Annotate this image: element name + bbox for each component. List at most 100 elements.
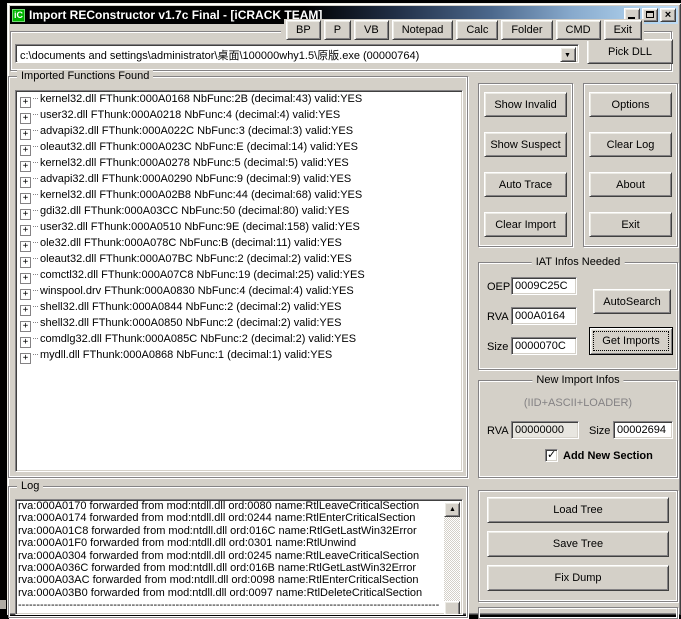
maximize-icon [646,11,654,18]
scroll-up-button[interactable]: ▲ [444,502,460,517]
tree-connector [33,242,38,243]
action-button[interactable]: Clear Log [589,132,672,157]
import-entry[interactable]: +ole32.dll FThunk:000A078C NbFunc:B (dec… [16,235,462,251]
import-entry[interactable]: +kernel32.dll FThunk:000A0168 NbFunc:2B … [16,91,462,107]
process-path-combobox[interactable]: ▼ [15,44,579,63]
log-group-label: Log [17,480,43,492]
tree-connector [33,322,38,323]
process-path-input[interactable] [18,47,562,62]
tree-action-button[interactable]: Save Tree [487,531,669,557]
maximize-button[interactable] [642,8,658,22]
imported-functions-group-label: Imported Functions Found [17,70,153,82]
import-entry[interactable]: +kernel32.dll FThunk:000A0278 NbFunc:5 (… [16,155,462,171]
import-entry[interactable]: +user32.dll FThunk:000A0218 NbFunc:4 (de… [16,107,462,123]
close-button[interactable]: × [660,8,676,22]
scrollbar-thumb[interactable] [444,601,460,615]
quicklaunch-button[interactable]: CMD [556,20,601,40]
oep-field[interactable] [511,277,577,295]
tree-connector [33,178,38,179]
import-entry[interactable]: +oleaut32.dll FThunk:000A023C NbFunc:E (… [16,139,462,155]
action-button[interactable]: Exit [589,212,672,237]
quicklaunch-toolbar: BPPVBNotepadCalcFolderCMDExit [284,19,644,41]
add-new-section-checkbox[interactable]: ✓ [545,449,558,462]
tree-connector [33,338,38,339]
app-icon: iC [12,9,25,22]
quicklaunch-button[interactable]: P [324,20,351,40]
close-icon: × [661,8,675,22]
import-entry[interactable]: +gdi32.dll FThunk:000A03CC NbFunc:50 (de… [16,203,462,219]
import-entry-text: user32.dll FThunk:000A0510 NbFunc:9E (de… [40,221,360,233]
tree-action-button[interactable]: Fix Dump [487,565,669,591]
import-entry-text: kernel32.dll FThunk:000A02B8 NbFunc:44 (… [40,189,362,201]
tree-connector [33,146,38,147]
import-entry-text: comdlg32.dll FThunk:000A085C NbFunc:2 (d… [40,333,356,345]
log-line: rva:000A03AC forwarded from mod:ntdll.dl… [16,574,462,586]
import-entry-text: advapi32.dll FThunk:000A022C NbFunc:3 (d… [40,125,353,137]
import-entry[interactable]: +shell32.dll FThunk:000A0850 NbFunc:2 (d… [16,315,462,331]
new-import-subtitle: (IID+ASCII+LOADER) [479,397,677,409]
filter-actions-group: Show Invalid Show Suspect Auto Trace Clear … [478,83,573,247]
clipped-bottom-group [478,607,678,619]
import-entry[interactable]: +user32.dll FThunk:000A0510 NbFunc:9E (d… [16,219,462,235]
pick-dll-button[interactable]: Pick DLL [587,39,673,64]
log-textarea[interactable]: rva:000A0170 forwarded from mod:ntdll.dl… [15,499,463,615]
app-window: iC Import REConstructor v1.7c Final - [i… [7,3,681,615]
iat-infos-group: IAT Infos Needed OEP RVA Size AutoSearch… [478,262,678,370]
tree-connector [33,258,38,259]
expand-plus-icon[interactable]: + [20,353,31,364]
action-button[interactable]: Options [589,92,672,117]
action-button[interactable]: Auto Trace [484,172,567,197]
import-entry[interactable]: +comctl32.dll FThunk:000A07C8 NbFunc:19 … [16,267,462,283]
action-button[interactable]: Clear Import [484,212,567,237]
quicklaunch-button[interactable]: VB [354,20,389,40]
quicklaunch-button[interactable]: Calc [456,20,498,40]
log-scrollbar[interactable]: ▲ [444,502,460,613]
quicklaunch-button[interactable]: Exit [604,20,642,40]
import-entry-text: gdi32.dll FThunk:000A03CC NbFunc:50 (dec… [40,205,349,217]
import-entry-text: ole32.dll FThunk:000A078C NbFunc:B (deci… [40,237,342,249]
tree-connector [33,226,38,227]
tree-connector [33,354,38,355]
tree-connector [33,274,38,275]
tree-action-button[interactable]: Load Tree [487,497,669,523]
oep-label: OEP [487,281,510,293]
log-line: rva:000A0170 forwarded from mod:ntdll.dl… [16,500,462,512]
new-size-label: Size [589,425,610,437]
quicklaunch-button[interactable]: Notepad [392,20,454,40]
import-entry[interactable]: +shell32.dll FThunk:000A0844 NbFunc:2 (d… [16,299,462,315]
new-import-infos-group-label: New Import Infos [532,374,623,386]
quicklaunch-button[interactable]: Folder [501,20,552,40]
import-entry-text: user32.dll FThunk:000A0218 NbFunc:4 (dec… [40,109,340,121]
new-rva-field[interactable] [511,421,579,439]
action-button[interactable]: Show Suspect [484,132,567,157]
log-line: rva:000A0304 forwarded from mod:ntdll.dl… [16,550,462,562]
imported-functions-list[interactable]: + kernel32.dll FThunk:000A0168 NbFunc:2B … [15,90,463,472]
import-entry-text: kernel32.dll FThunk:000A0278 NbFunc:5 (d… [40,157,349,169]
import-entry[interactable]: +advapi32.dll FThunk:000A022C NbFunc:3 (… [16,123,462,139]
size-field[interactable] [511,337,577,355]
new-import-infos-group: New Import Infos (IID+ASCII+LOADER) RVA … [478,380,678,478]
import-entry-text: shell32.dll FThunk:000A0850 NbFunc:2 (de… [40,317,341,329]
rva-field[interactable] [511,307,577,325]
import-entry-text: advapi32.dll FThunk:000A0290 NbFunc:9 (d… [40,173,351,185]
action-button[interactable]: Show Invalid [484,92,567,117]
quicklaunch-button[interactable]: BP [286,20,321,40]
import-entry[interactable]: +winspool.drv FThunk:000A0830 NbFunc:4 (… [16,283,462,299]
import-entry[interactable]: +comdlg32.dll FThunk:000A085C NbFunc:2 (… [16,331,462,347]
action-button[interactable]: About [589,172,672,197]
chevron-down-icon: ▼ [564,52,571,59]
import-entry-text: kernel32.dll FThunk:000A0168 NbFunc:2B (… [40,93,362,105]
log-line: ----------------------------------------… [16,599,462,611]
log-line: rva:000A036C forwarded from mod:ntdll.dl… [16,562,462,574]
app-actions-group: Options Clear Log About Exit [583,83,678,247]
combobox-dropdown-button[interactable]: ▼ [560,47,576,62]
log-group: Log rva:000A0170 forwarded from mod:ntdl… [8,486,468,618]
import-entry[interactable]: +mydll.dll FThunk:000A0868 NbFunc:1 (dec… [16,347,462,363]
import-entry[interactable]: +kernel32.dll FThunk:000A02B8 NbFunc:44 … [16,187,462,203]
get-imports-button[interactable]: Get Imports [589,327,673,355]
desktop-background: iC Import REConstructor v1.7c Final - [i… [0,0,681,615]
import-entry[interactable]: +advapi32.dll FThunk:000A0290 NbFunc:9 (… [16,171,462,187]
import-entry[interactable]: +oleaut32.dll FThunk:000A07BC NbFunc:2 (… [16,251,462,267]
new-size-field[interactable] [613,421,673,439]
autosearch-button[interactable]: AutoSearch [593,289,671,314]
